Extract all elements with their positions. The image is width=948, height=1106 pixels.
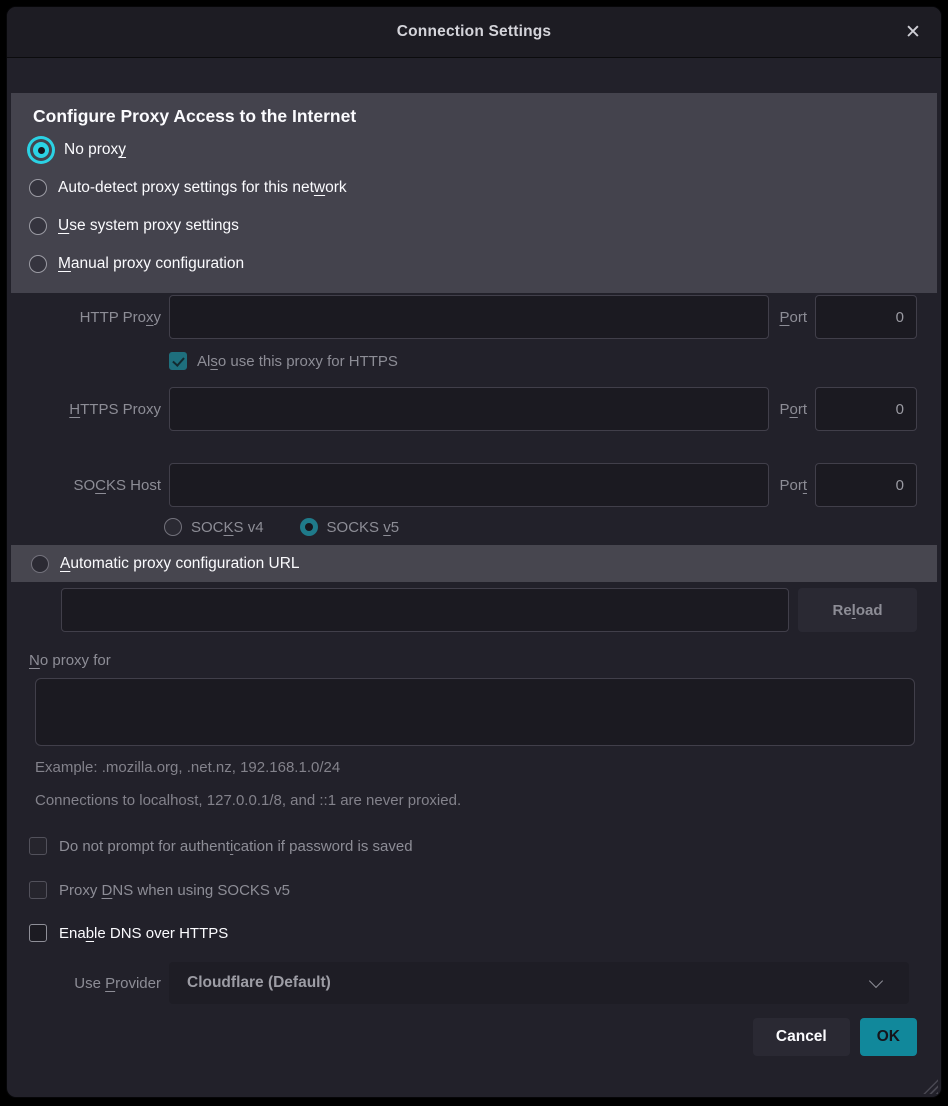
- dialog-title: Connection Settings: [397, 23, 552, 41]
- radio-system-proxy-label: Use system proxy settings: [58, 217, 239, 235]
- radio-row-auto-detect[interactable]: Auto-detect proxy settings for this netw…: [29, 169, 919, 207]
- radio-row-socks-v4: SOCKS v4: [164, 518, 264, 536]
- radio-row-system-proxy[interactable]: Use system proxy settings: [29, 207, 919, 245]
- proxy-mode-panel: Configure Proxy Access to the Internet N…: [11, 93, 937, 293]
- no-proxy-for-label: No proxy for: [29, 652, 941, 669]
- doh-provider-value: Cloudflare (Default): [187, 974, 331, 992]
- ok-button[interactable]: OK: [860, 1018, 917, 1056]
- reload-button: Reload: [798, 588, 917, 632]
- socks-v4-label: SOCKS v4: [191, 519, 264, 536]
- radio-socks-v4: [164, 518, 182, 536]
- socks-v5-label: SOCKS v5: [327, 519, 400, 536]
- no-prompt-row: Do not prompt for authentication if pass…: [29, 837, 941, 855]
- radio-socks-v5: [300, 518, 318, 536]
- socks-host-input: [169, 463, 769, 507]
- no-prompt-auth-label: Do not prompt for authentication if pass…: [59, 838, 413, 855]
- dialog-titlebar: Connection Settings ✕: [7, 7, 941, 58]
- no-proxy-for-textarea: [35, 678, 915, 746]
- proxy-dns-row: Proxy DNS when using SOCKS v5: [29, 881, 941, 899]
- section-heading: Configure Proxy Access to the Internet: [33, 106, 919, 127]
- share-proxy-label: Also use this proxy for HTTPS: [197, 353, 398, 370]
- radio-row-socks-v5: SOCKS v5: [300, 518, 400, 536]
- radio-auto-detect-label: Auto-detect proxy settings for this netw…: [58, 179, 347, 197]
- resize-grip[interactable]: [921, 1077, 938, 1094]
- proxy-dns-label: Proxy DNS when using SOCKS v5: [59, 882, 290, 899]
- https-port-input: [815, 387, 917, 431]
- localhost-note-text: Connections to localhost, 127.0.0.1/8, a…: [35, 792, 941, 809]
- radio-manual-proxy-label: Manual proxy configuration: [58, 255, 244, 273]
- radio-autoconfig[interactable]: [31, 555, 49, 573]
- autoconfig-url-input: [61, 588, 789, 632]
- no-proxy-example-text: Example: .mozilla.org, .net.nz, 192.168.…: [35, 759, 941, 776]
- socks-version-row: SOCKS v4 SOCKS v5: [164, 518, 941, 536]
- autoconfig-url-row: Reload: [61, 588, 917, 632]
- http-proxy-row: HTTP Proxy Port: [7, 295, 941, 339]
- doh-row[interactable]: Enable DNS over HTTPS: [29, 924, 941, 942]
- checkbox-enable-doh[interactable]: [29, 924, 47, 942]
- socks-port-label: Port: [779, 477, 807, 494]
- http-port-label: Port: [779, 309, 807, 326]
- radio-row-manual-proxy[interactable]: Manual proxy configuration: [29, 245, 919, 283]
- radio-no-proxy-label: No proxy: [64, 141, 126, 159]
- dialog-button-row: Cancel OK: [7, 1018, 917, 1056]
- radio-no-proxy[interactable]: [33, 142, 49, 158]
- radio-row-no-proxy[interactable]: No proxy: [29, 131, 919, 169]
- https-port-label: Port: [779, 401, 807, 418]
- doh-provider-row: Use Provider Cloudflare (Default): [29, 962, 909, 1004]
- checkbox-no-prompt-auth: [29, 837, 47, 855]
- close-icon[interactable]: ✕: [899, 18, 927, 46]
- enable-doh-label: Enable DNS over HTTPS: [59, 925, 228, 942]
- cancel-button[interactable]: Cancel: [753, 1018, 850, 1056]
- http-proxy-label: HTTP Proxy: [29, 309, 161, 326]
- checkbox-proxy-dns: [29, 881, 47, 899]
- http-proxy-input: [169, 295, 769, 339]
- https-proxy-row: HTTPS Proxy Port: [7, 387, 941, 431]
- chevron-down-icon: [869, 973, 883, 987]
- checkbox-share-proxy: [169, 352, 187, 370]
- autoconfig-label: Automatic proxy configuration URL: [60, 555, 300, 573]
- https-proxy-input: [169, 387, 769, 431]
- http-port-input: [815, 295, 917, 339]
- connection-settings-dialog: Connection Settings ✕ Configure Proxy Ac…: [6, 6, 942, 1098]
- radio-row-autoconfig[interactable]: Automatic proxy configuration URL: [11, 545, 937, 582]
- radio-manual-proxy[interactable]: [29, 255, 47, 273]
- radio-system-proxy[interactable]: [29, 217, 47, 235]
- share-proxy-row: Also use this proxy for HTTPS: [169, 352, 941, 370]
- socks-host-label: SOCKS Host: [29, 477, 161, 494]
- doh-provider-select: Cloudflare (Default): [169, 962, 909, 1004]
- radio-auto-detect[interactable]: [29, 179, 47, 197]
- socks-port-input: [815, 463, 917, 507]
- socks-host-row: SOCKS Host Port: [7, 463, 941, 507]
- https-proxy-label: HTTPS Proxy: [29, 401, 161, 418]
- use-provider-label: Use Provider: [29, 975, 161, 992]
